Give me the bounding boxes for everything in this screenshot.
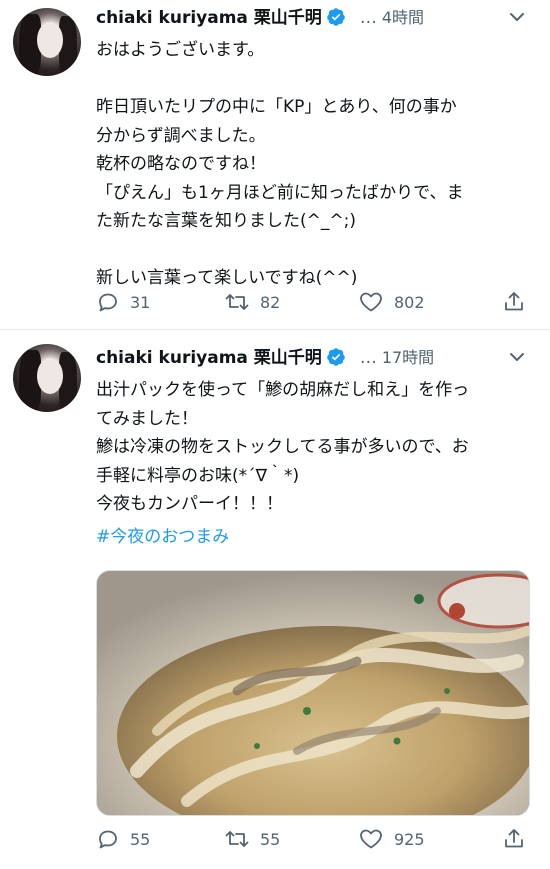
avatar[interactable]: [13, 344, 81, 412]
share-icon: [502, 827, 526, 851]
like-count: 802: [394, 292, 425, 312]
share-icon: [502, 290, 526, 314]
tweet-actions: 31 82 802: [96, 287, 536, 317]
reply-icon: [96, 290, 120, 314]
share-button[interactable]: [502, 827, 526, 851]
hashtag-link[interactable]: #今夜のおつまみ: [96, 523, 229, 551]
verified-badge-icon: [326, 344, 346, 380]
retweet-count: 55: [260, 829, 281, 849]
heart-icon: [358, 827, 384, 851]
tweet-actions: 55 55 925: [96, 824, 536, 854]
heart-icon: [358, 290, 384, 314]
retweet-count: 82: [260, 292, 281, 312]
reply-button[interactable]: 55: [96, 827, 150, 851]
tweet-header: chiaki kuriyama 栗山千明 … 17時間: [96, 340, 536, 376]
retweet-button[interactable]: 82: [224, 290, 280, 314]
tweet-text: おはようございます。 昨日頂いたリプの中に「KP」とあり、何の事か 分からず調べ…: [96, 40, 464, 288]
chevron-down-icon[interactable]: [508, 0, 526, 49]
reply-button[interactable]: 31: [96, 290, 150, 314]
verified-badge-icon: [326, 4, 346, 40]
chevron-down-icon[interactable]: [508, 340, 526, 389]
retweet-icon: [224, 827, 250, 851]
reply-count: 31: [130, 292, 151, 312]
tweet-header: chiaki kuriyama 栗山千明 … 4時間: [96, 0, 536, 36]
tweet-time[interactable]: 4時間: [382, 8, 424, 27]
tweet-text: 出汁パックを使って「鯵の胡麻だし和え」を作っ てみました！ 鯵は冷凍の物をストッ…: [96, 380, 470, 514]
reply-icon: [96, 827, 120, 851]
like-button[interactable]: 925: [358, 827, 425, 851]
tweet[interactable]: chiaki kuriyama 栗山千明 … 17時間 出汁パックを使って「鯵の胡麻…: [0, 330, 550, 869]
like-count: 925: [394, 829, 425, 849]
display-name[interactable]: chiaki kuriyama 栗山千明: [96, 348, 322, 368]
more-dots[interactable]: …: [360, 8, 378, 28]
retweet-button[interactable]: 55: [224, 827, 280, 851]
like-button[interactable]: 802: [358, 290, 425, 314]
display-name[interactable]: chiaki kuriyama 栗山千明: [96, 8, 322, 28]
retweet-icon: [224, 290, 250, 314]
reply-count: 55: [130, 829, 151, 849]
more-dots[interactable]: …: [360, 348, 378, 368]
avatar[interactable]: [13, 8, 81, 76]
attached-photo[interactable]: [96, 570, 530, 816]
tweet-time[interactable]: 17時間: [382, 348, 434, 367]
share-button[interactable]: [502, 290, 526, 314]
tweet[interactable]: chiaki kuriyama 栗山千明 … 4時間 おはようございます。 昨日頂い…: [0, 0, 550, 330]
